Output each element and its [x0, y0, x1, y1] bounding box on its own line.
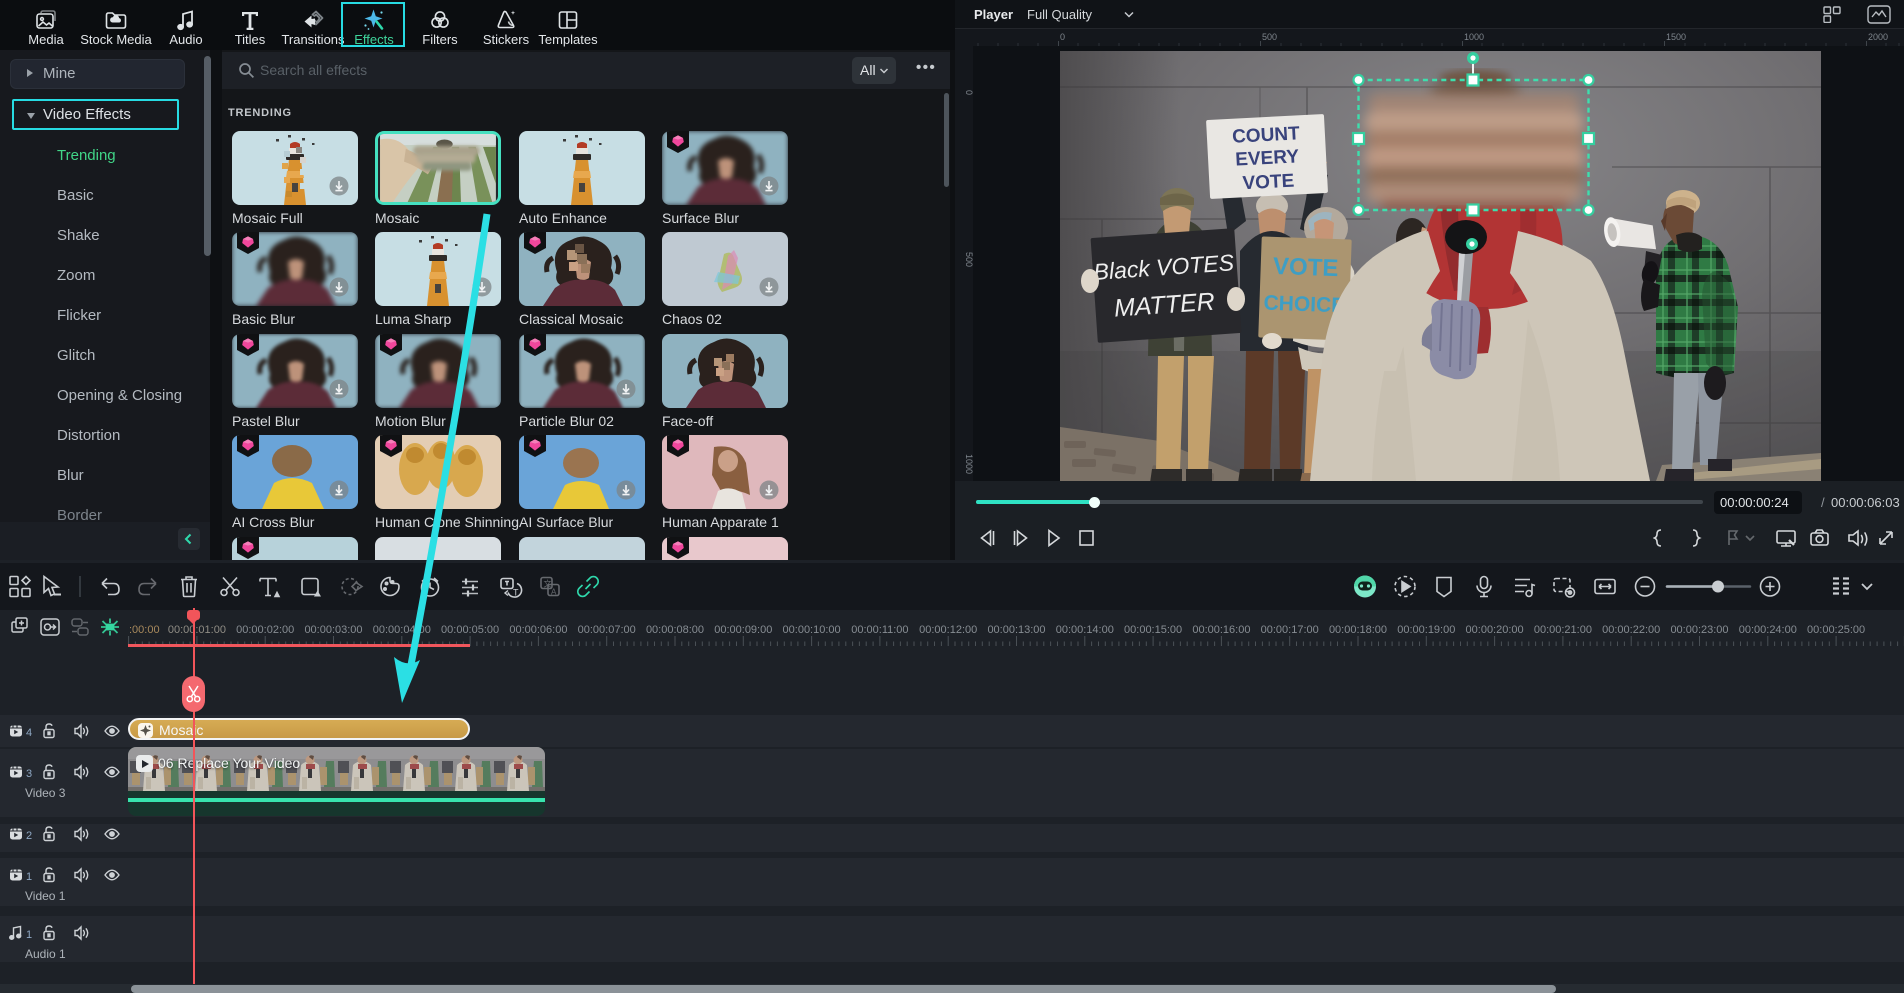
svg-text:500: 500 — [1262, 32, 1277, 42]
svg-text:00:00:01:00: 00:00:01:00 — [168, 624, 226, 636]
svg-text:VOTE: VOTE — [1273, 253, 1339, 282]
svg-text:500: 500 — [964, 252, 973, 267]
svg-text:00:00:04:00: 00:00:04:00 — [373, 624, 431, 636]
svg-text:00:00:07:00: 00:00:07:00 — [578, 624, 636, 636]
svg-text:1000: 1000 — [964, 454, 973, 474]
svg-text::00:00: :00:00 — [129, 624, 160, 636]
svg-text:00:00:08:00: 00:00:08:00 — [646, 624, 704, 636]
svg-text:0: 0 — [1060, 32, 1065, 42]
svg-text:00:00:23:00: 00:00:23:00 — [1670, 624, 1728, 636]
svg-text:00:00:22:00: 00:00:22:00 — [1602, 624, 1660, 636]
svg-text:00:00:09:00: 00:00:09:00 — [714, 624, 772, 636]
svg-text:EVERY: EVERY — [1235, 146, 1300, 170]
svg-text:00:00:05:00: 00:00:05:00 — [441, 624, 499, 636]
svg-text:T: T — [513, 588, 519, 598]
svg-text:00:00:06:00: 00:00:06:00 — [509, 624, 567, 636]
svg-text:COUNT: COUNT — [1232, 123, 1301, 148]
svg-text:2000: 2000 — [1868, 32, 1888, 42]
svg-text:00:00:16:00: 00:00:16:00 — [1192, 624, 1250, 636]
svg-text:00:00:20:00: 00:00:20:00 — [1466, 624, 1524, 636]
svg-text:1: 1 — [26, 929, 32, 941]
svg-text:00:00:18:00: 00:00:18:00 — [1329, 624, 1387, 636]
svg-text:Video 1: Video 1 — [25, 889, 66, 903]
svg-text:00:00:19:00: 00:00:19:00 — [1397, 624, 1455, 636]
svg-text:00:00:02:00: 00:00:02:00 — [236, 624, 294, 636]
svg-text:00:00:24:00: 00:00:24:00 — [1739, 624, 1797, 636]
svg-text:A: A — [551, 588, 557, 597]
svg-text:0: 0 — [964, 90, 973, 95]
svg-text:00:00:17:00: 00:00:17:00 — [1261, 624, 1319, 636]
svg-text:2: 2 — [26, 830, 32, 842]
svg-text:1000: 1000 — [1464, 32, 1484, 42]
svg-text:VOTE: VOTE — [1242, 171, 1295, 195]
svg-text:00:00:03:00: 00:00:03:00 — [304, 624, 362, 636]
svg-text:00:00:11:00: 00:00:11:00 — [851, 624, 908, 636]
svg-text:00:00:15:00: 00:00:15:00 — [1124, 624, 1182, 636]
svg-text:1500: 1500 — [1666, 32, 1686, 42]
svg-text:Video 3: Video 3 — [25, 786, 66, 800]
svg-text:00:00:25:00: 00:00:25:00 — [1807, 624, 1865, 636]
svg-text:00:00:12:00: 00:00:12:00 — [919, 624, 977, 636]
svg-text:00:00:14:00: 00:00:14:00 — [1056, 624, 1114, 636]
svg-text:00:00:13:00: 00:00:13:00 — [987, 624, 1045, 636]
svg-text:1: 1 — [26, 871, 32, 883]
svg-text:00:00:10:00: 00:00:10:00 — [783, 624, 841, 636]
svg-text:4: 4 — [26, 727, 32, 739]
svg-text:3: 3 — [26, 768, 32, 780]
svg-text:00:00:21:00: 00:00:21:00 — [1534, 624, 1592, 636]
svg-text:Audio 1: Audio 1 — [25, 947, 66, 961]
